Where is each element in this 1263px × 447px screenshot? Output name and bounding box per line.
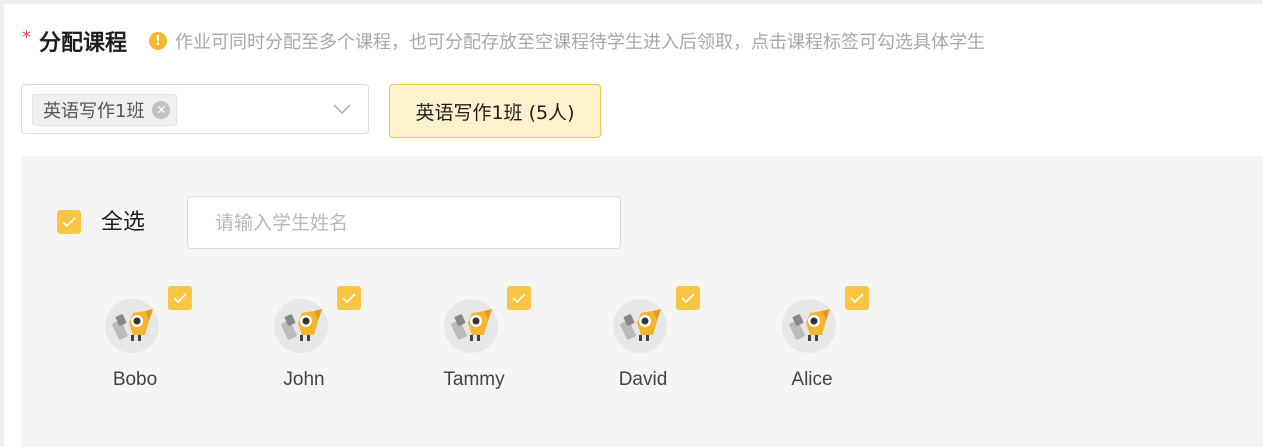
selected-course-tag[interactable]: 英语写作1班 ✕ xyxy=(32,94,178,126)
student-name: Alice xyxy=(791,369,833,390)
avatar xyxy=(274,299,328,353)
check-icon xyxy=(512,293,526,303)
check-icon xyxy=(342,293,356,303)
student-checkbox[interactable] xyxy=(507,286,531,310)
student-list: Bobo John Tammy David Alice xyxy=(21,156,1263,447)
section-title: 分配课程 xyxy=(39,31,128,56)
check-icon xyxy=(681,293,695,303)
student-name: John xyxy=(283,369,325,390)
student-name: Tammy xyxy=(443,369,505,390)
avatar xyxy=(782,299,836,353)
student-name: Bobo xyxy=(112,369,158,390)
chevron-down-icon[interactable] xyxy=(332,99,352,119)
section-header: * 分配课程 ! 作业可同时分配至多个课程，也可分配存放至空课程待学生进入后领取… xyxy=(22,24,985,58)
student-card[interactable]: Bobo xyxy=(71,281,192,401)
check-icon xyxy=(850,293,864,303)
student-checkbox[interactable] xyxy=(676,286,700,310)
student-checkbox[interactable] xyxy=(168,286,192,310)
hint-text: 作业可同时分配至多个课程，也可分配存放至空课程待学生进入后领取，点击课程标签可勾… xyxy=(175,32,986,53)
student-card[interactable]: David xyxy=(579,281,700,401)
info-icon: ! xyxy=(149,32,168,50)
student-checkbox[interactable] xyxy=(845,286,869,310)
course-select[interactable]: 英语写作1班 ✕ xyxy=(21,84,369,134)
check-icon xyxy=(173,293,187,303)
required-mark: * xyxy=(22,27,31,48)
student-name: David xyxy=(618,369,668,390)
selected-course-tag-label: 英语写作1班 xyxy=(43,101,145,122)
course-tab-label: 英语写作1班 (5人) xyxy=(415,101,575,124)
avatar xyxy=(105,299,159,353)
student-checkbox[interactable] xyxy=(337,286,361,310)
course-tab[interactable]: 英语写作1班 (5人) xyxy=(389,84,601,138)
assign-course-card: * 分配课程 ! 作业可同时分配至多个课程，也可分配存放至空课程待学生进入后领取… xyxy=(4,4,1263,447)
student-card[interactable]: Alice xyxy=(748,281,869,401)
student-card[interactable]: John xyxy=(240,281,361,401)
student-panel: 全选 Bobo John xyxy=(21,156,1263,447)
avatar xyxy=(613,299,667,353)
student-card[interactable]: Tammy xyxy=(410,281,531,401)
avatar xyxy=(444,299,498,353)
close-icon[interactable]: ✕ xyxy=(152,101,171,119)
